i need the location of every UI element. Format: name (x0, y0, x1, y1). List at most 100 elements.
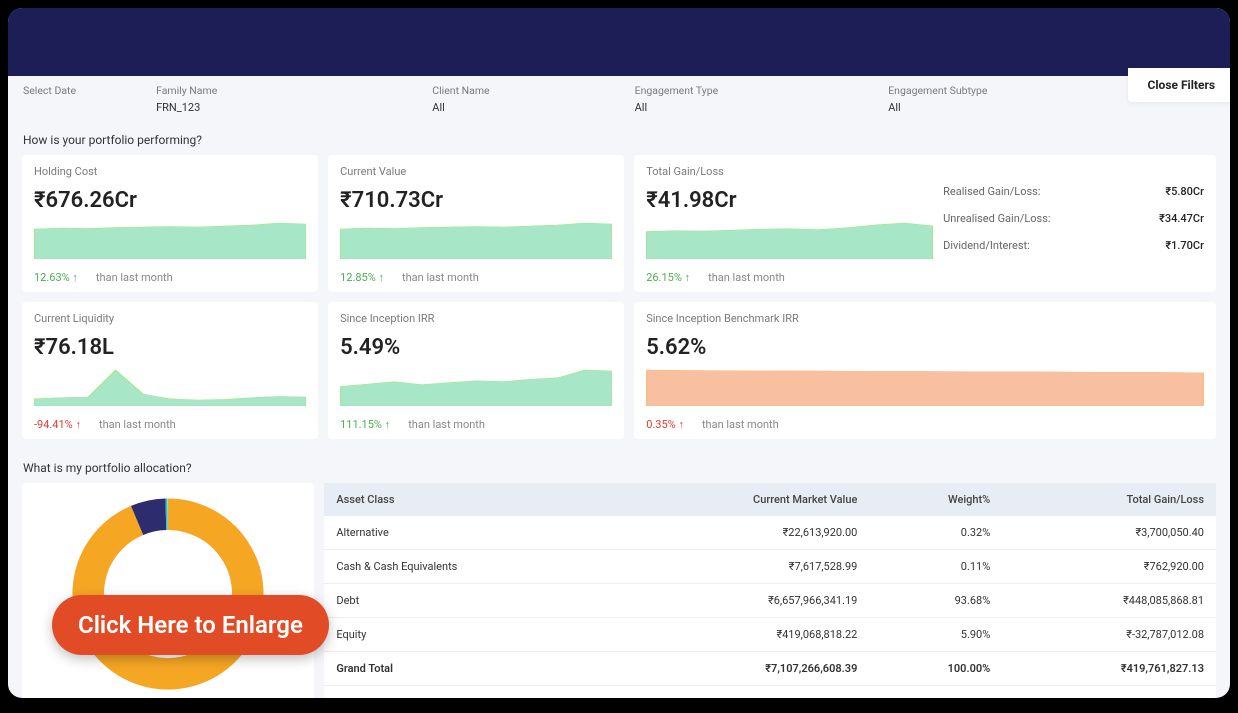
filter-family-name[interactable]: Family Name FRN_123 (156, 84, 217, 114)
kpi-label: Current Liquidity (34, 312, 306, 325)
sparkline-current-value (340, 219, 612, 259)
delta-value: 12.85% ↑ (340, 271, 384, 284)
delta-text: than last month (99, 418, 176, 431)
kpi-holding-cost: Holding Cost ₹676.26Cr 12.63% ↑ than las… (22, 155, 318, 292)
section-title-performance: How is your portfolio performing? (8, 121, 1230, 155)
side-value: ₹34.47Cr (1159, 212, 1204, 225)
delta-value: 12.63% ↑ (34, 271, 78, 284)
side-label: Dividend/Interest: (943, 239, 1030, 252)
cell-gain: ₹3,700,050.40 (1002, 516, 1216, 550)
filter-label: Client Name (432, 84, 489, 97)
delta-value: 111.15% ↑ (340, 418, 390, 431)
filter-bar: Select Date Family Name FRN_123 Client N… (8, 76, 1230, 121)
donut-card (22, 483, 314, 698)
cell-gain: ₹762,920.00 (1002, 550, 1216, 584)
kpi-delta: 26.15% ↑ than last month (646, 271, 933, 284)
cell-cmv: ₹7,107,266,608.39 (613, 652, 869, 686)
kpi-value: 5.62% (646, 335, 1204, 360)
allocation-row: Asset Class Current Market Value Weight%… (8, 483, 1230, 698)
delta-value: -94.41% ↑ (34, 418, 81, 431)
col-gain[interactable]: Total Gain/Loss (1002, 483, 1216, 516)
kpi-label: Total Gain/Loss (646, 165, 933, 178)
table-row[interactable]: Equity₹419,068,818.225.90%₹-32,787,012.0… (324, 618, 1216, 652)
cell-cmv: ₹6,657,966,341.19 (613, 584, 869, 618)
kpi-label: Holding Cost (34, 165, 306, 178)
sparkline-irr (340, 366, 612, 406)
cell-asset: Equity (324, 618, 613, 652)
side-value: ₹5.80Cr (1165, 185, 1204, 198)
kpi-delta: 12.85% ↑ than last month (340, 271, 612, 284)
cell-weight: 0.32% (869, 516, 1002, 550)
filter-value: All (635, 101, 719, 114)
delta-text: than last month (402, 271, 479, 284)
donut-chart (63, 489, 273, 698)
filter-value: All (432, 101, 489, 114)
delta-text: than last month (702, 418, 779, 431)
close-filters-button[interactable]: Close Filters (1128, 68, 1230, 102)
delta-value: 26.15% ↑ (646, 271, 690, 284)
cell-asset: Debt (324, 584, 613, 618)
col-cmv[interactable]: Current Market Value (613, 483, 869, 516)
delta-text: than last month (96, 271, 173, 284)
cell-gain: ₹419,761,827.13 (1002, 652, 1216, 686)
cell-asset: Cash & Cash Equivalents (324, 550, 613, 584)
side-label: Realised Gain/Loss: (943, 185, 1040, 198)
sparkline-liquidity (34, 366, 306, 406)
cell-cmv: ₹22,613,920.00 (613, 516, 869, 550)
kpi-value: ₹76.18L (34, 335, 306, 360)
col-weight[interactable]: Weight% (869, 483, 1002, 516)
allocation-table-card: Asset Class Current Market Value Weight%… (324, 483, 1216, 698)
kpi-row-2: Current Liquidity ₹76.18L -94.41% ↑ than… (8, 302, 1230, 439)
kpi-value: ₹710.73Cr (340, 188, 612, 213)
kpi-irr: Since Inception IRR 5.49% 111.15% ↑ than… (328, 302, 624, 439)
col-asset[interactable]: Asset Class (324, 483, 613, 516)
arrow-up-icon: ↑ (678, 418, 684, 431)
side-value: ₹1.70Cr (1165, 239, 1204, 252)
kpi-row-1: Holding Cost ₹676.26Cr 12.63% ↑ than las… (8, 155, 1230, 292)
filter-engagement-subtype[interactable]: Engagement Subtype All (888, 84, 987, 114)
sparkline-holding-cost (34, 219, 306, 259)
kpi-liquidity: Current Liquidity ₹76.18L -94.41% ↑ than… (22, 302, 318, 439)
filter-value: FRN_123 (156, 101, 217, 114)
cell-cmv: ₹419,068,818.22 (613, 618, 869, 652)
filter-client-name[interactable]: Client Name All (432, 84, 489, 114)
top-bar (8, 8, 1230, 76)
table-row[interactable]: Alternative₹22,613,920.000.32%₹3,700,050… (324, 516, 1216, 550)
cell-weight: 5.90% (869, 618, 1002, 652)
filter-label: Engagement Subtype (888, 84, 987, 97)
allocation-table: Asset Class Current Market Value Weight%… (324, 483, 1216, 686)
table-row[interactable]: Debt₹6,657,966,341.1993.68%₹448,085,868.… (324, 584, 1216, 618)
arrow-up-icon: ↑ (75, 418, 81, 431)
delta-text: than last month (708, 271, 785, 284)
kpi-delta: -94.41% ↑ than last month (34, 418, 306, 431)
filter-select-date[interactable]: Select Date (23, 84, 76, 101)
cell-weight: 100.00% (869, 652, 1002, 686)
arrow-up-icon: ↑ (385, 418, 391, 431)
arrow-up-icon: ↑ (72, 271, 78, 284)
cell-asset: Grand Total (324, 652, 613, 686)
kpi-delta: 111.15% ↑ than last month (340, 418, 612, 431)
filter-engagement-type[interactable]: Engagement Type All (635, 84, 719, 114)
kpi-current-value: Current Value ₹710.73Cr 12.85% ↑ than la… (328, 155, 624, 292)
filter-label: Family Name (156, 84, 217, 97)
cell-weight: 0.11% (869, 550, 1002, 584)
kpi-label: Current Value (340, 165, 612, 178)
filter-label: Select Date (23, 84, 76, 97)
cell-asset: Alternative (324, 516, 613, 550)
sparkline-bench-irr (646, 366, 1204, 406)
kpi-total-gain: Total Gain/Loss ₹41.98Cr 26.15% ↑ than l… (634, 155, 1216, 292)
kpi-delta: 0.35% ↑ than last month (646, 418, 1204, 431)
cell-gain: ₹-32,787,012.08 (1002, 618, 1216, 652)
table-row[interactable]: Grand Total₹7,107,266,608.39100.00%₹419,… (324, 652, 1216, 686)
cell-gain: ₹448,085,868.81 (1002, 584, 1216, 618)
enlarge-button[interactable]: Click Here to Enlarge (52, 595, 329, 655)
sparkline-total-gain (646, 219, 933, 259)
gain-breakdown: Realised Gain/Loss:₹5.80Cr Unrealised Ga… (933, 165, 1204, 284)
cell-cmv: ₹7,617,528.99 (613, 550, 869, 584)
delta-value: 0.35% ↑ (646, 418, 684, 431)
filter-label: Engagement Type (635, 84, 719, 97)
table-row[interactable]: Cash & Cash Equivalents₹7,617,528.990.11… (324, 550, 1216, 584)
cell-weight: 93.68% (869, 584, 1002, 618)
kpi-value: ₹676.26Cr (34, 188, 306, 213)
kpi-delta: 12.63% ↑ than last month (34, 271, 306, 284)
